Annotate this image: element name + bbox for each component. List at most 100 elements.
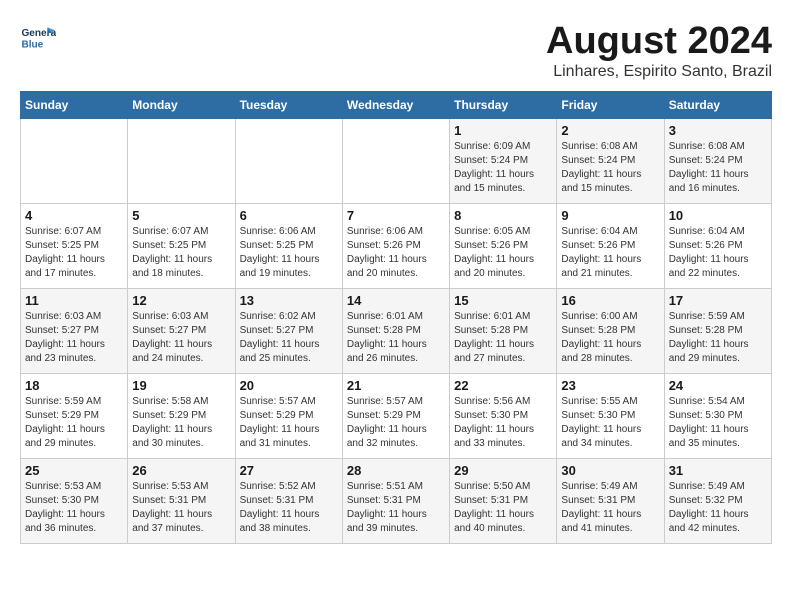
calendar-cell <box>342 119 449 204</box>
logo: General Blue <box>20 20 56 56</box>
day-number: 28 <box>347 463 445 478</box>
day-number: 5 <box>132 208 230 223</box>
week-row-1: 1Sunrise: 6:09 AM Sunset: 5:24 PM Daylig… <box>21 119 772 204</box>
day-info: Sunrise: 5:53 AM Sunset: 5:31 PM Dayligh… <box>132 480 230 536</box>
calendar-cell: 20Sunrise: 5:57 AM Sunset: 5:29 PM Dayli… <box>235 374 342 459</box>
calendar-cell: 4Sunrise: 6:07 AM Sunset: 5:25 PM Daylig… <box>21 204 128 289</box>
day-number: 8 <box>454 208 552 223</box>
calendar-cell: 21 Sunrise: 5:57 AM Sunset: 5:29 PM Dayli… <box>342 374 449 459</box>
day-info: Sunrise: 5:59 AM Sunset: 5:29 PM Dayligh… <box>25 395 123 451</box>
day-info: Sunrise: 5:56 AM Sunset: 5:30 PM Dayligh… <box>454 395 552 451</box>
day-number: 11 <box>25 293 123 308</box>
day-info: Sunrise: 6:07 AM Sunset: 5:25 PM Dayligh… <box>132 225 230 281</box>
weekday-header-monday: Monday <box>128 92 235 119</box>
day-number: 13 <box>240 293 338 308</box>
day-info: Sunrise: 6:06 AM Sunset: 5:25 PM Dayligh… <box>240 225 338 281</box>
day-info: Sunrise: 5:49 AM Sunset: 5:31 PM Dayligh… <box>561 480 659 536</box>
weekday-header-friday: Friday <box>557 92 664 119</box>
calendar-cell: 6 Sunrise: 6:06 AM Sunset: 5:25 PM Daylig… <box>235 204 342 289</box>
calendar-cell: 17 Sunrise: 5:59 AM Sunset: 5:28 PM Dayli… <box>664 289 771 374</box>
calendar-cell: 7 Sunrise: 6:06 AM Sunset: 5:26 PM Daylig… <box>342 204 449 289</box>
week-row-2: 4Sunrise: 6:07 AM Sunset: 5:25 PM Daylig… <box>21 204 772 289</box>
day-info: Sunrise: 5:59 AM Sunset: 5:28 PM Dayligh… <box>669 310 767 366</box>
calendar-cell: 25 Sunrise: 5:53 AM Sunset: 5:30 PM Dayli… <box>21 459 128 544</box>
calendar-cell: 19 Sunrise: 5:58 AM Sunset: 5:29 PM Dayli… <box>128 374 235 459</box>
day-number: 7 <box>347 208 445 223</box>
day-info: Sunrise: 6:05 AM Sunset: 5:26 PM Dayligh… <box>454 225 552 281</box>
weekday-header-sunday: Sunday <box>21 92 128 119</box>
day-number: 16 <box>561 293 659 308</box>
day-number: 2 <box>561 123 659 138</box>
day-number: 19 <box>132 378 230 393</box>
day-number: 29 <box>454 463 552 478</box>
calendar-cell: 23 Sunrise: 5:55 AM Sunset: 5:30 PM Dayli… <box>557 374 664 459</box>
calendar-cell <box>21 119 128 204</box>
calendar-cell: 3Sunrise: 6:08 AM Sunset: 5:24 PM Daylig… <box>664 119 771 204</box>
day-number: 3 <box>669 123 767 138</box>
calendar-cell: 18 Sunrise: 5:59 AM Sunset: 5:29 PM Dayli… <box>21 374 128 459</box>
day-info: Sunrise: 5:51 AM Sunset: 5:31 PM Dayligh… <box>347 480 445 536</box>
day-number: 31 <box>669 463 767 478</box>
day-number: 9 <box>561 208 659 223</box>
day-number: 30 <box>561 463 659 478</box>
calendar-cell: 13Sunrise: 6:02 AM Sunset: 5:27 PM Dayli… <box>235 289 342 374</box>
svg-text:Blue: Blue <box>21 39 43 50</box>
calendar-cell: 31 Sunrise: 5:49 AM Sunset: 5:32 PM Dayli… <box>664 459 771 544</box>
day-number: 15 <box>454 293 552 308</box>
location-subtitle: Linhares, Espirito Santo, Brazil <box>546 63 772 81</box>
day-number: 1 <box>454 123 552 138</box>
day-number: 6 <box>240 208 338 223</box>
title-section: August 2024 Linhares, Espirito Santo, Br… <box>546 20 772 81</box>
day-info: Sunrise: 5:57 AM Sunset: 5:29 PM Dayligh… <box>240 395 338 451</box>
calendar-cell: 16Sunrise: 6:00 AM Sunset: 5:28 PM Dayli… <box>557 289 664 374</box>
calendar-cell: 29 Sunrise: 5:50 AM Sunset: 5:31 PM Dayli… <box>450 459 557 544</box>
day-number: 26 <box>132 463 230 478</box>
day-number: 25 <box>25 463 123 478</box>
day-number: 17 <box>669 293 767 308</box>
day-number: 22 <box>454 378 552 393</box>
month-title: August 2024 <box>546 20 772 63</box>
weekday-header-row: SundayMondayTuesdayWednesdayThursdayFrid… <box>21 92 772 119</box>
weekday-header-wednesday: Wednesday <box>342 92 449 119</box>
day-info: Sunrise: 5:55 AM Sunset: 5:30 PM Dayligh… <box>561 395 659 451</box>
calendar-cell: 14 Sunrise: 6:01 AM Sunset: 5:28 PM Dayli… <box>342 289 449 374</box>
logo-icon: General Blue <box>20 20 56 56</box>
calendar-cell <box>235 119 342 204</box>
calendar-cell: 15 Sunrise: 6:01 AM Sunset: 5:28 PM Dayli… <box>450 289 557 374</box>
day-info: Sunrise: 5:54 AM Sunset: 5:30 PM Dayligh… <box>669 395 767 451</box>
day-info: Sunrise: 5:49 AM Sunset: 5:32 PM Dayligh… <box>669 480 767 536</box>
day-number: 14 <box>347 293 445 308</box>
day-number: 23 <box>561 378 659 393</box>
day-info: Sunrise: 6:03 AM Sunset: 5:27 PM Dayligh… <box>132 310 230 366</box>
calendar-cell: 9Sunrise: 6:04 AM Sunset: 5:26 PM Daylig… <box>557 204 664 289</box>
day-info: Sunrise: 6:08 AM Sunset: 5:24 PM Dayligh… <box>561 140 659 196</box>
calendar-cell: 2 Sunrise: 6:08 AM Sunset: 5:24 PM Daylig… <box>557 119 664 204</box>
day-number: 21 <box>347 378 445 393</box>
day-info: Sunrise: 6:01 AM Sunset: 5:28 PM Dayligh… <box>347 310 445 366</box>
page-header: General Blue August 2024 Linhares, Espir… <box>20 20 772 81</box>
day-number: 18 <box>25 378 123 393</box>
calendar-cell: 30 Sunrise: 5:49 AM Sunset: 5:31 PM Dayli… <box>557 459 664 544</box>
calendar-cell: 5 Sunrise: 6:07 AM Sunset: 5:25 PM Daylig… <box>128 204 235 289</box>
calendar-table: SundayMondayTuesdayWednesdayThursdayFrid… <box>20 91 772 544</box>
day-number: 10 <box>669 208 767 223</box>
day-info: Sunrise: 5:50 AM Sunset: 5:31 PM Dayligh… <box>454 480 552 536</box>
day-info: Sunrise: 6:06 AM Sunset: 5:26 PM Dayligh… <box>347 225 445 281</box>
week-row-5: 25 Sunrise: 5:53 AM Sunset: 5:30 PM Dayli… <box>21 459 772 544</box>
calendar-cell <box>128 119 235 204</box>
weekday-header-tuesday: Tuesday <box>235 92 342 119</box>
day-info: Sunrise: 6:01 AM Sunset: 5:28 PM Dayligh… <box>454 310 552 366</box>
calendar-cell: 8 Sunrise: 6:05 AM Sunset: 5:26 PM Daylig… <box>450 204 557 289</box>
calendar-cell: 10Sunrise: 6:04 AM Sunset: 5:26 PM Dayli… <box>664 204 771 289</box>
day-info: Sunrise: 5:58 AM Sunset: 5:29 PM Dayligh… <box>132 395 230 451</box>
calendar-cell: 22 Sunrise: 5:56 AM Sunset: 5:30 PM Dayli… <box>450 374 557 459</box>
day-info: Sunrise: 5:57 AM Sunset: 5:29 PM Dayligh… <box>347 395 445 451</box>
day-info: Sunrise: 5:53 AM Sunset: 5:30 PM Dayligh… <box>25 480 123 536</box>
day-number: 27 <box>240 463 338 478</box>
day-number: 24 <box>669 378 767 393</box>
calendar-cell: 1Sunrise: 6:09 AM Sunset: 5:24 PM Daylig… <box>450 119 557 204</box>
calendar-cell: 28 Sunrise: 5:51 AM Sunset: 5:31 PM Dayli… <box>342 459 449 544</box>
week-row-3: 11 Sunrise: 6:03 AM Sunset: 5:27 PM Dayli… <box>21 289 772 374</box>
calendar-cell: 27Sunrise: 5:52 AM Sunset: 5:31 PM Dayli… <box>235 459 342 544</box>
weekday-header-thursday: Thursday <box>450 92 557 119</box>
